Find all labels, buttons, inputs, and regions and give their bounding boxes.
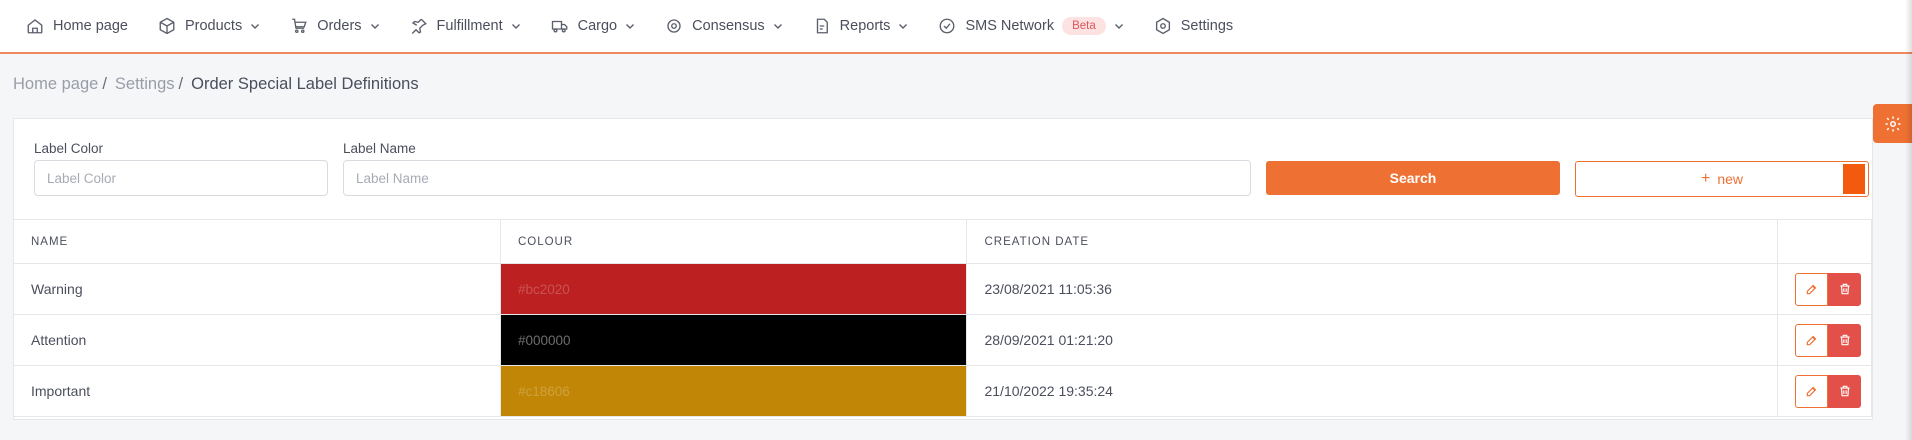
nav-item-label: Consensus — [692, 18, 765, 34]
table-row: Warning #bc2020 23/08/2021 11:05:36 — [14, 263, 1873, 315]
label-name-label: Label Name — [343, 141, 416, 156]
beta-badge: Beta — [1062, 17, 1106, 35]
nav-item-reports[interactable]: Reports — [813, 0, 909, 53]
filter-bar: Label Color Label Name Search + new — [14, 119, 1872, 219]
cell-actions — [1777, 314, 1873, 366]
home-icon — [26, 17, 44, 35]
cell-creation-date: 21/10/2022 19:35:24 — [966, 365, 1778, 417]
nav-item-home[interactable]: Home page — [26, 0, 128, 53]
nav-item-label: Home page — [53, 18, 128, 34]
edit-icon — [1806, 386, 1816, 397]
chevron-down-icon — [250, 21, 260, 31]
edit-button[interactable] — [1795, 374, 1828, 408]
breadcrumb-separator: / — [102, 75, 107, 93]
column-header-name[interactable]: NAME — [14, 219, 501, 264]
cell-name: Important — [14, 365, 501, 417]
cell-name: Attention — [14, 314, 501, 366]
label-name-input[interactable] — [343, 160, 1251, 196]
top-navbar: Home page Products Orders Fulfillment Ca… — [0, 0, 1912, 54]
labels-table: NAME COLOUR CREATION DATE Warning #bc2020… — [14, 219, 1873, 417]
nav-item-products[interactable]: Products — [158, 0, 260, 53]
report-icon — [813, 17, 831, 35]
chevron-down-icon — [370, 21, 380, 31]
target-icon — [665, 17, 683, 35]
nav-item-consensus[interactable]: Consensus — [665, 0, 783, 53]
label-color-input[interactable] — [34, 160, 328, 196]
nav-item-label: SMS Network — [965, 18, 1055, 34]
edit-icon — [1806, 284, 1816, 295]
column-header-creation-date[interactable]: CREATION DATE — [966, 219, 1778, 264]
cart-icon — [290, 17, 308, 35]
nav-item-orders[interactable]: Orders — [290, 0, 379, 53]
nav-item-label: Fulfillment — [436, 18, 503, 34]
new-button-accent — [1843, 164, 1865, 194]
nav-item-fulfillment[interactable]: Fulfillment — [410, 0, 521, 53]
check-circle-icon — [938, 17, 956, 35]
chevron-down-icon — [511, 21, 521, 31]
nav-item-label: Cargo — [577, 18, 618, 34]
trash-icon — [1839, 334, 1850, 346]
edit-button[interactable] — [1795, 323, 1828, 357]
edit-button[interactable] — [1795, 272, 1828, 306]
delete-button[interactable] — [1828, 272, 1861, 306]
table-row: Attention #000000 28/09/2021 01:21:20 — [14, 314, 1873, 366]
cell-actions — [1777, 365, 1873, 417]
nav-item-settings[interactable]: Settings — [1154, 0, 1233, 53]
box-icon — [158, 17, 176, 35]
breadcrumb: Home page / Settings / Order Special Lab… — [13, 75, 419, 94]
table-row: Important #c18606 21/10/2022 19:35:24 — [14, 365, 1873, 417]
cell-actions — [1777, 263, 1873, 315]
cell-colour-swatch: #bc2020 — [500, 263, 968, 315]
column-header-actions — [1777, 219, 1873, 264]
edit-icon — [1806, 335, 1816, 346]
delete-button[interactable] — [1828, 374, 1861, 408]
label-definitions-card: Label Color Label Name Search + new NAME… — [13, 118, 1873, 420]
breadcrumb-settings[interactable]: Settings — [115, 75, 175, 94]
table-header-row: NAME COLOUR CREATION DATE — [14, 219, 1873, 264]
nav-item-label: Products — [184, 18, 243, 34]
cell-colour-swatch: #c18606 — [500, 365, 968, 417]
cell-name: Warning — [14, 263, 501, 315]
label-color-label: Label Color — [34, 141, 104, 156]
chevron-down-icon — [898, 21, 908, 31]
hex-gear-icon — [1154, 17, 1172, 35]
chevron-down-icon — [625, 21, 635, 31]
nav-item-label: Reports — [839, 18, 891, 34]
breadcrumb-home[interactable]: Home page — [13, 75, 98, 94]
nav-item-label: Settings — [1180, 18, 1234, 34]
add-new-label: new — [1717, 171, 1744, 187]
trash-icon — [1839, 385, 1850, 397]
trash-icon — [1839, 283, 1850, 295]
cell-colour-swatch: #000000 — [500, 314, 968, 366]
add-new-button[interactable]: + new — [1575, 161, 1869, 197]
delete-button[interactable] — [1828, 323, 1861, 357]
nav-item-sms-network[interactable]: SMS Network Beta — [938, 0, 1123, 53]
page-edge-shadow — [1905, 0, 1912, 440]
cell-creation-date: 23/08/2021 11:05:36 — [966, 263, 1778, 315]
chevron-down-icon — [773, 21, 783, 31]
gear-icon — [1885, 116, 1900, 131]
breadcrumb-separator: / — [178, 75, 184, 93]
nav-item-label: Orders — [317, 18, 362, 34]
pin-icon — [410, 17, 428, 35]
truck-icon — [551, 17, 569, 35]
cell-creation-date: 28/09/2021 01:21:20 — [966, 314, 1778, 366]
search-button[interactable]: Search — [1266, 161, 1560, 195]
chevron-down-icon — [1114, 21, 1124, 31]
nav-item-cargo[interactable]: Cargo — [551, 0, 636, 53]
column-header-colour[interactable]: COLOUR — [500, 219, 968, 264]
page-title: Order Special Label Definitions — [191, 75, 419, 93]
plus-icon: + — [1700, 170, 1711, 187]
